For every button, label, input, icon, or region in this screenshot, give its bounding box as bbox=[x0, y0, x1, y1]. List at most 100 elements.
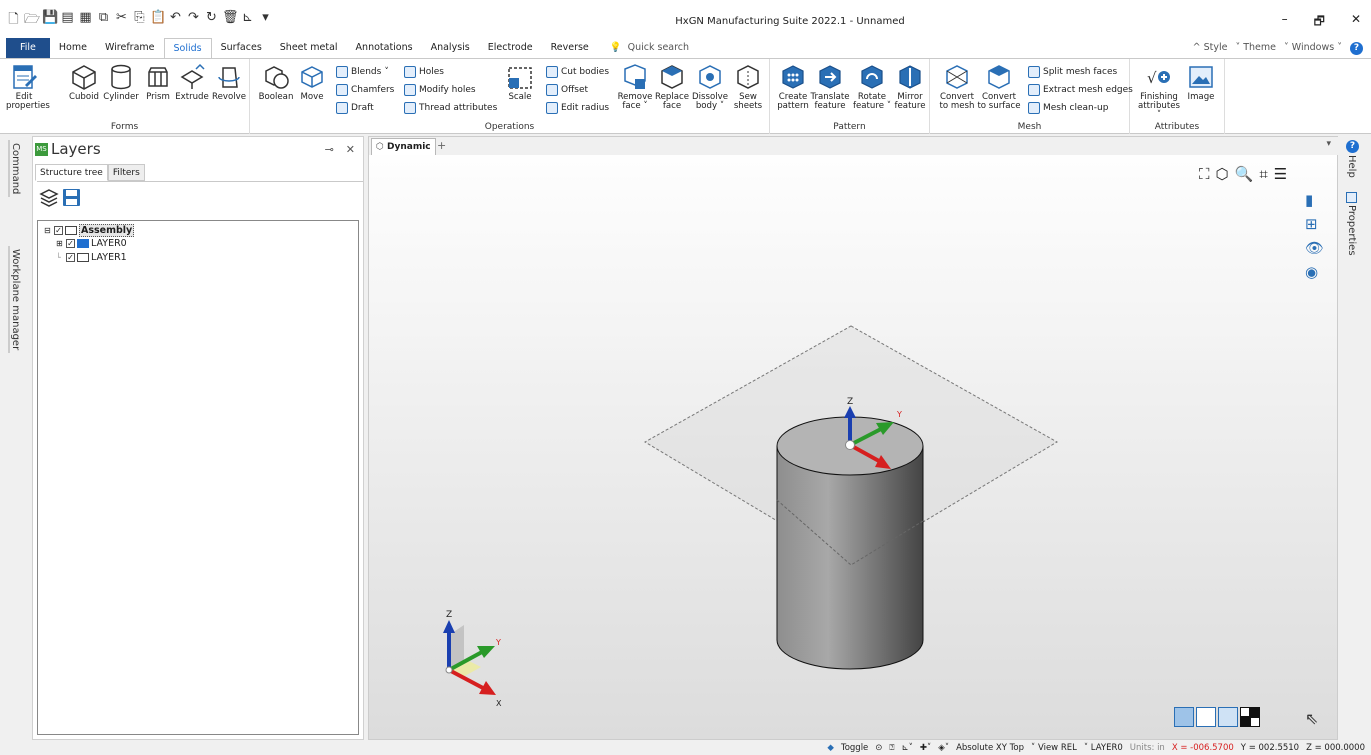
windows-menu[interactable]: ˅ Windows ˅ bbox=[1284, 42, 1342, 55]
view-menu-icon[interactable]: ▾ bbox=[1326, 139, 1331, 149]
tab-sheet-metal[interactable]: Sheet metal bbox=[271, 38, 347, 58]
sew-sheets-button[interactable]: Sew sheets bbox=[730, 63, 766, 111]
dissolve-body-button[interactable]: Dissolve body ˅ bbox=[690, 63, 730, 111]
collapse-icon[interactable]: ⊟ bbox=[44, 226, 52, 235]
grid-view-icon[interactable]: ⊞ bbox=[1305, 215, 1324, 233]
customize-icon[interactable]: ▾ bbox=[258, 10, 273, 32]
dimension-icon[interactable]: ⊾ bbox=[240, 10, 255, 32]
save-icon[interactable]: 💾 bbox=[42, 10, 58, 32]
database-icon[interactable]: ▮ bbox=[1305, 191, 1324, 209]
delete-icon[interactable]: 🗑 bbox=[222, 10, 239, 32]
layer0-checkbox[interactable]: ✓ bbox=[66, 239, 75, 248]
shaded-mode-icon[interactable] bbox=[1174, 707, 1194, 727]
mesh-cleanup-button[interactable]: Mesh clean-up bbox=[1028, 102, 1108, 114]
tab-solids[interactable]: Solids bbox=[163, 38, 212, 58]
new-icon[interactable]: 🗋 bbox=[6, 10, 21, 32]
tab-annotations[interactable]: Annotations bbox=[347, 38, 422, 58]
extract-mesh-edges-button[interactable]: Extract mesh edges bbox=[1028, 84, 1133, 96]
tab-filters[interactable]: Filters bbox=[107, 164, 145, 181]
undo-icon[interactable]: ↶ bbox=[168, 10, 183, 32]
visibility-icon[interactable]: 👁 bbox=[1305, 239, 1324, 257]
tab-structure-tree[interactable]: Structure tree bbox=[35, 164, 108, 181]
cylinder-button[interactable]: Cylinder bbox=[102, 63, 140, 102]
snap-icon[interactable]: ⊙ bbox=[875, 743, 882, 753]
section-mode-icon[interactable] bbox=[1240, 707, 1260, 727]
offset-button[interactable]: Offset bbox=[546, 84, 588, 96]
hide-icon[interactable]: ◉ bbox=[1305, 263, 1324, 281]
draft-button[interactable]: Draft bbox=[336, 102, 374, 114]
clone-icon[interactable]: ⎘ bbox=[132, 10, 147, 32]
properties-panel-tab[interactable]: Properties bbox=[1346, 192, 1357, 256]
tree-item-layer1[interactable]: └ ✓ LAYER1 bbox=[56, 252, 127, 263]
hamburger-menu-icon[interactable]: ☰ bbox=[1274, 165, 1287, 183]
finishing-attributes-button[interactable]: √ Finishing attributes ˅ bbox=[1136, 63, 1182, 120]
extrude-button[interactable]: Extrude bbox=[174, 63, 210, 102]
edit-properties-button[interactable]: Edit properties bbox=[6, 63, 50, 111]
cross-snap-icon[interactable]: ✚˅ bbox=[920, 743, 931, 753]
workplane-manager-tab[interactable]: Workplane manager bbox=[8, 246, 21, 354]
cut-bodies-button[interactable]: Cut bodies bbox=[546, 66, 609, 78]
split-mesh-faces-button[interactable]: Split mesh faces bbox=[1028, 66, 1117, 78]
cylinder-solid[interactable] bbox=[776, 416, 924, 670]
expand-icon[interactable]: ⊞ bbox=[56, 239, 64, 248]
workplane-icon[interactable]: ◈˅ bbox=[938, 743, 949, 753]
minimize-icon[interactable]: – bbox=[1282, 12, 1288, 33]
help-panel-tab[interactable]: ? Help bbox=[1346, 140, 1359, 178]
restore-icon[interactable]: 🗗 bbox=[1314, 12, 1325, 33]
replace-face-button[interactable]: Replace face bbox=[654, 63, 690, 111]
layer-dropdown[interactable]: ˅ LAYER0 bbox=[1084, 743, 1123, 753]
prism-button[interactable]: Prism bbox=[142, 63, 174, 102]
toggle-button[interactable]: Toggle bbox=[841, 743, 868, 753]
save-as-icon[interactable]: ▦ bbox=[78, 10, 93, 32]
tree-item-layer0[interactable]: ⊞ ✓ LAYER0 bbox=[56, 238, 127, 249]
workplane-selector[interactable]: Absolute XY Top bbox=[956, 743, 1024, 753]
repeat-icon[interactable]: ↻ bbox=[204, 10, 219, 32]
modify-holes-button[interactable]: Modify holes bbox=[404, 84, 476, 96]
tab-electrode[interactable]: Electrode bbox=[479, 38, 542, 58]
tab-reverse[interactable]: Reverse bbox=[542, 38, 598, 58]
zoom-extents-icon[interactable]: ⌗ bbox=[1259, 165, 1267, 183]
fit-all-icon[interactable]: ⛶ bbox=[1199, 165, 1210, 183]
translate-feature-button[interactable]: Translate feature bbox=[810, 63, 850, 111]
boolean-button[interactable]: Boolean bbox=[254, 63, 298, 102]
open-icon[interactable]: 🗁 bbox=[24, 10, 40, 32]
style-menu[interactable]: ^ Style bbox=[1193, 42, 1228, 55]
graphics-viewport[interactable]: ⬡ Dynamic + ▾ Z Y Z Y X ⛶ ⬡ 🔍 ⌗ ☰ ▮ ⊞ 👁 ◉ bbox=[368, 136, 1339, 740]
tab-file[interactable]: File bbox=[6, 38, 50, 58]
edit-radius-button[interactable]: Edit radius bbox=[546, 102, 609, 114]
layers-stack-icon[interactable] bbox=[39, 189, 59, 207]
save-all-icon[interactable]: ▤ bbox=[60, 10, 75, 32]
redo-icon[interactable]: ↷ bbox=[186, 10, 201, 32]
new-view-tab[interactable]: + bbox=[437, 139, 446, 152]
close-icon[interactable]: ✕ bbox=[1351, 12, 1361, 33]
convert-to-surface-button[interactable]: Convert to surface bbox=[976, 63, 1022, 111]
mirror-feature-button[interactable]: Mirror feature bbox=[892, 63, 928, 111]
cuboid-button[interactable]: Cuboid bbox=[66, 63, 102, 102]
rotate-feature-button[interactable]: Rotate feature ˅ bbox=[852, 63, 892, 111]
quick-search[interactable]: 💡 Quick search bbox=[598, 38, 689, 58]
view-dropdown[interactable]: ˅ View REL bbox=[1031, 743, 1077, 753]
grid-snap-icon[interactable]: ⊾˅ bbox=[902, 743, 913, 753]
revolve-button[interactable]: Revolve bbox=[210, 63, 248, 102]
tab-home[interactable]: Home bbox=[50, 38, 96, 58]
save-layers-icon[interactable] bbox=[63, 189, 80, 206]
image-button[interactable]: Image bbox=[1184, 63, 1218, 102]
theme-menu[interactable]: ˅ Theme bbox=[1235, 42, 1276, 55]
create-pattern-button[interactable]: Create pattern bbox=[774, 63, 812, 111]
holes-button[interactable]: Holes bbox=[404, 66, 444, 78]
thread-attributes-button[interactable]: Thread attributes bbox=[404, 102, 497, 114]
tree-item-assembly[interactable]: ⊟ ✓ Assembly bbox=[44, 224, 135, 237]
hidden-line-mode-icon[interactable] bbox=[1218, 707, 1238, 727]
pin-icon[interactable]: ⊸ bbox=[325, 143, 334, 156]
paste-icon[interactable]: 📋 bbox=[150, 10, 166, 32]
command-panel-tab[interactable]: Command bbox=[8, 140, 21, 198]
zoom-icon[interactable]: 🔍 bbox=[1235, 165, 1254, 183]
layer1-checkbox[interactable]: ✓ bbox=[66, 253, 75, 262]
tab-wireframe[interactable]: Wireframe bbox=[96, 38, 164, 58]
move-button[interactable]: Move bbox=[296, 63, 328, 102]
tab-dynamic[interactable]: ⬡ Dynamic bbox=[371, 138, 436, 155]
assembly-checkbox[interactable]: ✓ bbox=[54, 226, 63, 235]
convert-to-mesh-button[interactable]: Convert to mesh bbox=[934, 63, 980, 111]
chamfers-button[interactable]: Chamfers bbox=[336, 84, 394, 96]
cut-icon[interactable]: ✂ bbox=[114, 10, 129, 32]
